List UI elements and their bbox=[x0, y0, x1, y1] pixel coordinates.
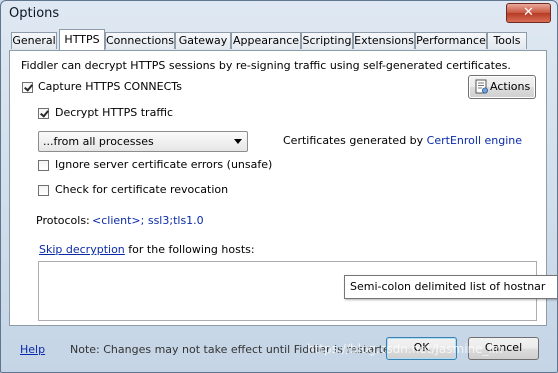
window-title: Options bbox=[9, 6, 60, 21]
tab-connections[interactable]: Connections bbox=[105, 32, 175, 49]
capture-connects-label[interactable]: Capture HTTPS CONNECTs bbox=[38, 80, 182, 93]
close-icon: ✕ bbox=[523, 5, 534, 20]
options-window: Options ✕ General HTTPS Connections Gate… bbox=[0, 0, 558, 373]
skip-decryption-text: Skip decryption for the following hosts: bbox=[39, 243, 255, 256]
capture-connects-checkbox[interactable] bbox=[22, 82, 33, 93]
certificate-icon bbox=[475, 79, 488, 94]
decrypt-https-checkbox[interactable] bbox=[38, 108, 49, 119]
close-button[interactable]: ✕ bbox=[506, 3, 551, 23]
tab-https[interactable]: HTTPS bbox=[59, 29, 105, 50]
tab-strip: General HTTPS Connections Gateway Appear… bbox=[11, 29, 557, 51]
cert-engine-link[interactable]: CertEnroll engine bbox=[427, 134, 522, 147]
chevron-down-icon bbox=[234, 139, 242, 144]
title-bar[interactable]: Options ✕ bbox=[1, 1, 557, 29]
tab-appearance[interactable]: Appearance bbox=[231, 32, 301, 49]
watermark: https://blog.csdn.net/Jasmine_lin bbox=[307, 342, 503, 356]
ignore-cert-errors-label[interactable]: Ignore server certificate errors (unsafe… bbox=[55, 158, 272, 171]
help-link[interactable]: Help bbox=[20, 343, 45, 356]
check-revocation-checkbox[interactable] bbox=[38, 185, 49, 196]
intro-text: Fiddler can decrypt HTTPS sessions by re… bbox=[21, 59, 511, 72]
ignore-cert-errors-checkbox[interactable] bbox=[38, 160, 49, 171]
cert-engine-text: Certificates generated by CertEnroll eng… bbox=[283, 134, 522, 147]
skip-decryption-link[interactable]: Skip decryption bbox=[39, 243, 125, 256]
actions-button[interactable]: Actions bbox=[468, 75, 536, 99]
tab-general[interactable]: General bbox=[11, 32, 57, 49]
tab-tools[interactable]: Tools bbox=[487, 32, 527, 49]
process-filter-select[interactable]: ...from all processes bbox=[38, 131, 248, 152]
actions-label: Actions bbox=[490, 80, 531, 93]
tab-extensions[interactable]: Extensions bbox=[353, 32, 415, 49]
check-revocation-label[interactable]: Check for certificate revocation bbox=[55, 183, 228, 196]
protocols-link[interactable]: <client>; ssl3;tls1.0 bbox=[92, 214, 204, 227]
skip-decryption-suffix: for the following hosts: bbox=[128, 243, 255, 256]
tab-scripting[interactable]: Scripting bbox=[301, 32, 353, 49]
hosts-tooltip: Semi-colon delimited list of hostnar bbox=[344, 275, 557, 299]
tab-gateway[interactable]: Gateway bbox=[175, 32, 231, 49]
hosts-tooltip-text: Semi-colon delimited list of hostnar bbox=[350, 280, 546, 293]
tab-performance[interactable]: Performance bbox=[415, 32, 487, 49]
decrypt-https-label[interactable]: Decrypt HTTPS traffic bbox=[55, 106, 173, 119]
protocols-label: Protocols: bbox=[36, 214, 90, 227]
cert-generated-label: Certificates generated by bbox=[283, 134, 424, 147]
process-filter-value: ...from all processes bbox=[43, 135, 154, 148]
